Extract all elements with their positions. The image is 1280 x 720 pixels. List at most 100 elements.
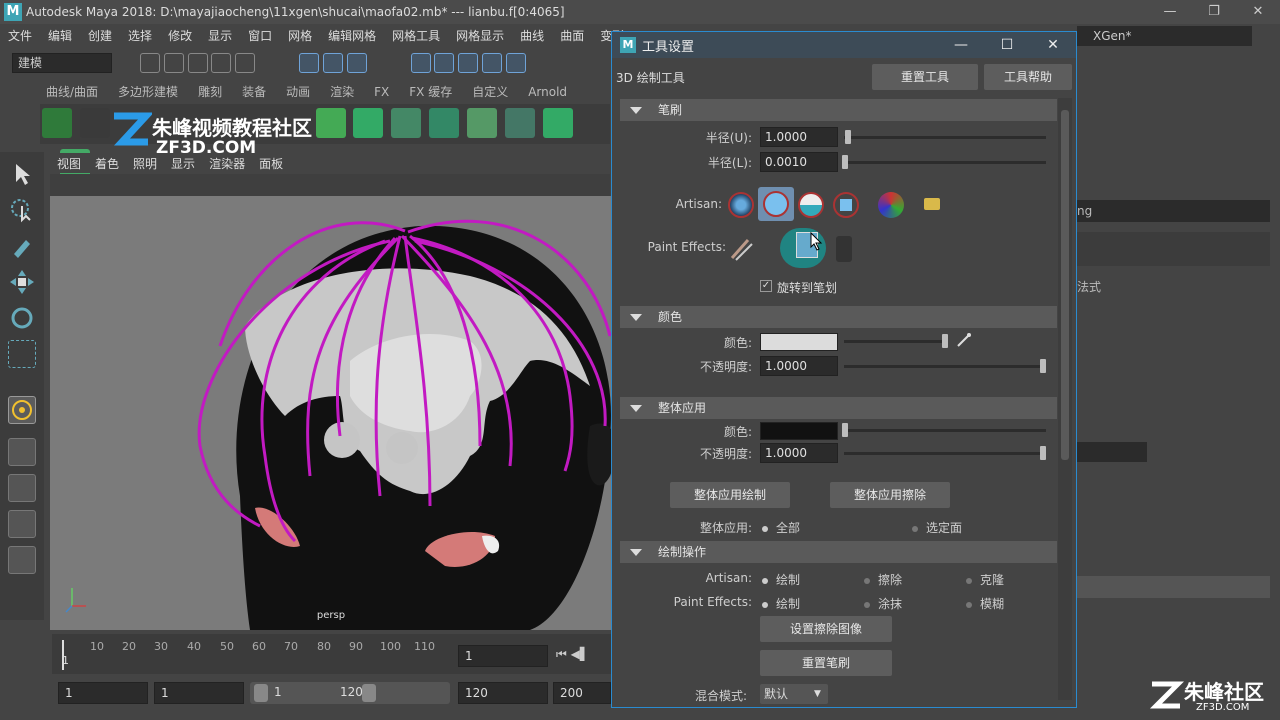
op-smear-radio[interactable]: 涂抹 (864, 595, 902, 612)
op-blur-radio[interactable]: 模糊 (966, 595, 1004, 612)
layout-four-icon[interactable] (8, 474, 36, 502)
save-scene-icon[interactable] (187, 53, 208, 73)
pfx-brush-icon[interactable] (728, 234, 756, 262)
op-erase-radio[interactable]: 擦除 (864, 571, 902, 588)
flood-all-radio[interactable]: 全部 (762, 519, 800, 536)
vp-menu-view[interactable]: 视图 (50, 155, 88, 172)
tab-sculpting[interactable]: 雕刻 (188, 82, 232, 102)
radius-l-knob[interactable] (842, 155, 848, 169)
radius-u-knob[interactable] (845, 130, 851, 144)
minimize-button[interactable]: — (1148, 0, 1192, 24)
vp-menu-renderer[interactable]: 渲染器 (202, 155, 252, 172)
tool-settings-scrollbar[interactable] (1058, 98, 1072, 700)
paint-select-icon[interactable] (8, 232, 36, 260)
menu-edit-mesh[interactable]: 编辑网格 (320, 27, 384, 44)
redo-icon[interactable] (235, 53, 256, 73)
select-by-hierarchy-icon[interactable] (299, 53, 320, 73)
cut-icon[interactable] (504, 108, 535, 138)
flood-color-swatch[interactable] (760, 422, 838, 440)
ts-close-button[interactable]: ✕ (1030, 37, 1076, 53)
close-button[interactable]: ✕ (1236, 0, 1280, 24)
tab-fx[interactable]: FX (364, 82, 399, 102)
tool-settings-titlebar[interactable]: M 工具设置 — ☐ ✕ (612, 32, 1076, 58)
set-erase-image-button[interactable]: 设置擦除图像 (760, 616, 892, 642)
pfx-bucket-icon[interactable] (836, 236, 852, 262)
brush-soft-icon[interactable] (728, 192, 754, 218)
op-clone-radio[interactable]: 克隆 (966, 571, 1004, 588)
flood-opacity-field[interactable]: 1.0000 (760, 443, 838, 463)
outliner-icon[interactable] (8, 546, 36, 574)
select-by-object-icon[interactable] (322, 53, 343, 73)
menu-mesh-display[interactable]: 网格显示 (448, 27, 512, 44)
reset-brush-button[interactable]: 重置笔刷 (760, 650, 892, 676)
snap-surface-icon[interactable] (505, 53, 526, 73)
mode-selector[interactable]: 建模 (12, 53, 112, 73)
viewport-persp[interactable]: persp (50, 196, 612, 630)
menu-select[interactable]: 选择 (120, 27, 160, 44)
tab-custom[interactable]: 自定义 (462, 82, 518, 102)
menu-curves[interactable]: 曲线 (512, 27, 552, 44)
layer-icon[interactable] (353, 108, 384, 138)
3d-paint-tool-icon[interactable] (8, 396, 36, 424)
flood-erase-button[interactable]: 整体应用擦除 (830, 482, 950, 508)
range-end-handle[interactable] (362, 684, 376, 702)
undo-icon[interactable] (211, 53, 232, 73)
new-scene-icon[interactable] (140, 53, 160, 73)
clump-icon[interactable] (466, 108, 497, 138)
flood-paint-button[interactable]: 整体应用绘制 (670, 482, 790, 508)
range-slider[interactable]: 1 120 (250, 682, 450, 704)
current-frame-field[interactable]: 1 (458, 645, 548, 667)
vp-menu-shading[interactable]: 着色 (88, 155, 126, 172)
flood-color-slider[interactable] (844, 429, 1046, 432)
right-selected-row[interactable] (1077, 576, 1270, 598)
rotate-to-stroke-checkbox[interactable]: ✓ (760, 280, 772, 292)
brush-gaussian-icon[interactable] (763, 191, 789, 217)
color-wheel-icon[interactable] (878, 192, 904, 218)
menu-file[interactable]: 文件 (0, 27, 40, 44)
radius-l-slider[interactable] (844, 161, 1046, 164)
hair-guide-icon[interactable] (429, 108, 460, 138)
preview-icon[interactable] (79, 108, 110, 138)
tab-fx-caching[interactable]: FX 缓存 (399, 82, 462, 102)
section-color[interactable]: 颜色 (620, 306, 1057, 328)
tab-rendering[interactable]: 渲染 (320, 82, 364, 102)
ts-minimize-button[interactable]: — (938, 37, 984, 53)
range-start-field[interactable]: 1 (58, 682, 148, 704)
menu-modify[interactable]: 修改 (160, 27, 200, 44)
menu-mesh-tools[interactable]: 网格工具 (384, 27, 448, 44)
brush-square-icon[interactable] (833, 192, 859, 218)
op-paint2-radio[interactable]: 绘制 (762, 595, 800, 612)
tool-help-button[interactable]: 工具帮助 (984, 64, 1072, 90)
blend-mode-select[interactable]: 默认 ▼ (760, 684, 828, 704)
snap-curve-icon[interactable] (434, 53, 455, 73)
scrollbar-thumb[interactable] (1061, 110, 1069, 460)
right-search-field[interactable] (1077, 442, 1147, 462)
menu-mesh[interactable]: 网格 (280, 27, 320, 44)
select-tool-icon[interactable] (8, 160, 36, 188)
layout-two-icon[interactable] (8, 510, 36, 538)
playback-start-field[interactable]: 1 (154, 682, 244, 704)
color-slider[interactable] (844, 340, 946, 343)
menu-surfaces[interactable]: 曲面 (552, 27, 592, 44)
tab-curves-surfaces[interactable]: 曲线/曲面 (36, 82, 108, 102)
op-paint-radio[interactable]: 绘制 (762, 571, 800, 588)
snap-grid-icon[interactable] (410, 53, 431, 73)
opacity-knob[interactable] (1040, 359, 1046, 373)
tab-arnold[interactable]: Arnold (518, 82, 577, 102)
step-back-icon[interactable]: ◀▌ (571, 647, 589, 661)
flood-opacity-knob[interactable] (1040, 446, 1046, 460)
section-paint-ops[interactable]: 绘制操作 (620, 541, 1057, 563)
opacity-field[interactable]: 1.0000 (760, 356, 838, 376)
rotate-tool-icon[interactable] (8, 304, 36, 332)
section-flood[interactable]: 整体应用 (620, 397, 1057, 419)
color-knob[interactable] (942, 334, 948, 348)
eyedropper-icon[interactable] (956, 332, 972, 348)
open-scene-icon[interactable] (163, 53, 184, 73)
range-start-handle[interactable] (254, 684, 268, 702)
flood-opacity-slider[interactable] (844, 452, 1046, 455)
right-dropdown[interactable]: ng (1077, 200, 1270, 222)
snap-view-icon[interactable] (482, 53, 503, 73)
section-brush[interactable]: 笔刷 (620, 99, 1057, 121)
vp-menu-lighting[interactable]: 照明 (126, 155, 164, 172)
menu-display[interactable]: 显示 (200, 27, 240, 44)
